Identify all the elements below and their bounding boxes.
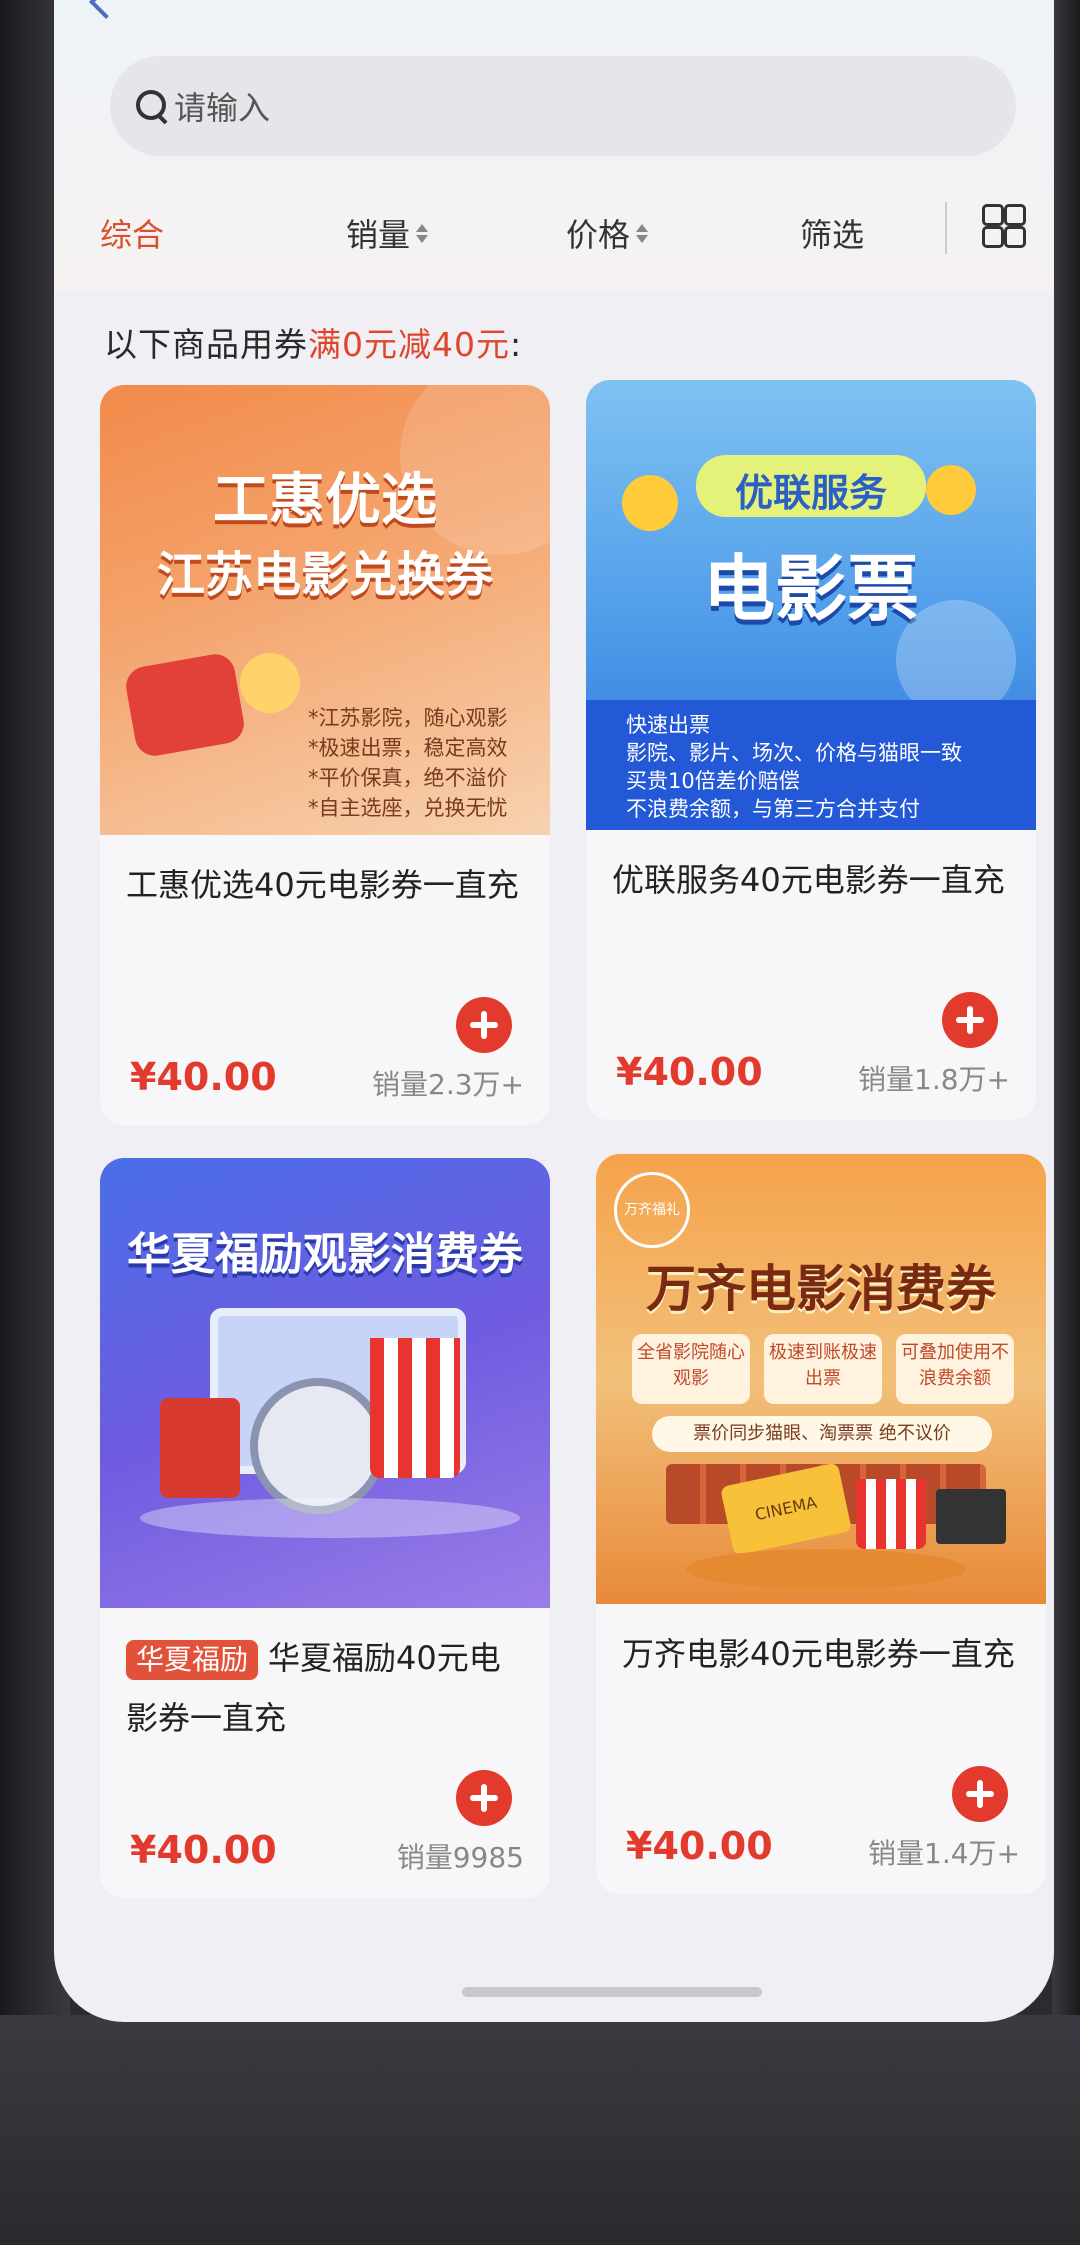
divider: [945, 202, 947, 254]
camera-icon: [123, 651, 247, 759]
product-title: 优联服务40元电影券一直充: [612, 861, 1005, 899]
feature-badge: 全省影院随心观影: [632, 1334, 750, 1404]
product-card[interactable]: 优联服务 电影票 快速出票 影院、影片、场次、价格与猫眼一致 买贵10倍差价赔偿…: [586, 380, 1036, 1120]
sort-by-sales[interactable]: 销量: [346, 210, 429, 256]
price-ribbon: 票价同步猫眼、淘票票 绝不议价: [652, 1416, 992, 1452]
grid-view-icon[interactable]: [982, 204, 1026, 248]
banner-bullet: *江苏影院，随心观影: [308, 706, 508, 730]
banner-title: 万齐电影消费券: [646, 1260, 996, 1318]
sort-comprehensive[interactable]: 综合: [100, 210, 164, 256]
sort-label: 销量: [346, 216, 411, 254]
film-reel-icon: [250, 1378, 386, 1514]
feature-badge: 极速到账极速出票: [764, 1334, 882, 1404]
device-bottom: [0, 2015, 1080, 2245]
popcorn-icon: [856, 1479, 926, 1549]
search-icon: [134, 88, 170, 125]
sort-by-price[interactable]: 价格: [566, 210, 649, 256]
feature-badge: 可叠加使用不浪费余额: [896, 1334, 1014, 1404]
banner-bullet: *极速出票，稳定高效: [308, 736, 508, 760]
banner-bullet: 影院、影片、场次、价格与猫眼一致: [626, 741, 962, 765]
sort-label: 综合: [100, 216, 165, 254]
emoji-icon: [926, 465, 976, 515]
product-title: 万齐电影40元电影券一直充: [622, 1635, 1015, 1673]
product-card[interactable]: 万齐福礼 万齐电影消费券 全省影院随心观影 极速到账极速出票 可叠加使用不浪费余…: [596, 1154, 1046, 1894]
product-price: ¥40.00: [626, 1824, 773, 1868]
filter-button[interactable]: 筛选: [800, 210, 864, 256]
sales-count: 销量1.8万+: [858, 1063, 1010, 1096]
product-price: ¥40.00: [616, 1050, 763, 1094]
sales-count: 销量2.3万+: [372, 1068, 524, 1101]
search-input[interactable]: 请输入: [174, 83, 270, 129]
sort-arrows-icon: [416, 223, 429, 243]
product-banner: 华夏福励观影消费券: [100, 1158, 550, 1608]
megaphone-icon: [240, 653, 300, 713]
sales-count: 销量1.4万+: [868, 1837, 1020, 1870]
popcorn-icon: [370, 1338, 460, 1478]
add-to-cart-button[interactable]: [456, 1770, 512, 1826]
banner-subtitle: 江苏电影兑换券: [156, 547, 493, 603]
product-price: ¥40.00: [130, 1055, 277, 1099]
drink-cup-icon: [160, 1398, 240, 1498]
sales-count: 销量9985: [396, 1841, 524, 1874]
home-indicator[interactable]: [462, 1987, 762, 1997]
product-title: 华夏福励 华夏福励40元电影券一直充: [126, 1628, 526, 1748]
sort-bar: 综合 销量 价格 筛选: [54, 190, 1054, 270]
search-bar[interactable]: 请输入: [110, 56, 1016, 156]
product-card[interactable]: 华夏福励观影消费券 华夏福励 华夏福励40元电影券一直充 ¥40.00 销量998…: [100, 1158, 550, 1898]
sort-label: 筛选: [800, 216, 865, 254]
banner-bullet: *平价保真，绝不溢价: [308, 766, 508, 790]
sort-label: 价格: [566, 216, 631, 254]
add-to-cart-button[interactable]: [952, 1766, 1008, 1822]
product-card[interactable]: 工惠优选 江苏电影兑换券 *江苏影院，随心观影 *极速出票，稳定高效 *平价保真…: [100, 385, 550, 1125]
product-banner: 万齐福礼 万齐电影消费券 全省影院随心观影 极速到账极速出票 可叠加使用不浪费余…: [596, 1154, 1046, 1604]
emoji-icon: [622, 475, 678, 531]
add-to-cart-button[interactable]: [942, 992, 998, 1048]
add-to-cart-button[interactable]: [456, 997, 512, 1053]
device-bezel-right: [1052, 0, 1080, 2245]
sort-arrows-icon: [636, 223, 649, 243]
product-price: ¥40.00: [130, 1828, 277, 1872]
clapperboard-icon: [936, 1489, 1006, 1544]
banner-title: 华夏福励观影消费券: [127, 1229, 523, 1280]
app-screen: 请输入 综合 销量 价格 筛选 以下商品用券满0元减40元: 工惠优选 江苏电影…: [54, 0, 1054, 2022]
banner-bullet: 买贵10倍差价赔偿: [626, 769, 800, 793]
banner-bullet: 不浪费余额，与第三方合并支付: [626, 797, 920, 821]
brand-logo: 万齐福礼: [614, 1172, 690, 1248]
coupon-promo-text: 以下商品用券满0元减40元:: [104, 325, 523, 364]
banner-title: 工惠优选: [213, 468, 437, 533]
product-banner: 工惠优选 江苏电影兑换券 *江苏影院，随心观影 *极速出票，稳定高效 *平价保真…: [100, 385, 550, 835]
product-title: 工惠优选40元电影券一直充: [126, 866, 519, 904]
product-banner: 优联服务 电影票 快速出票 影院、影片、场次、价格与猫眼一致 买贵10倍差价赔偿…: [586, 380, 1036, 830]
banner-bullet: *自主选座，兑换无忧: [308, 796, 508, 820]
banner-bullet: 快速出票: [626, 713, 710, 737]
brand-tag: 华夏福励: [126, 1640, 259, 1680]
